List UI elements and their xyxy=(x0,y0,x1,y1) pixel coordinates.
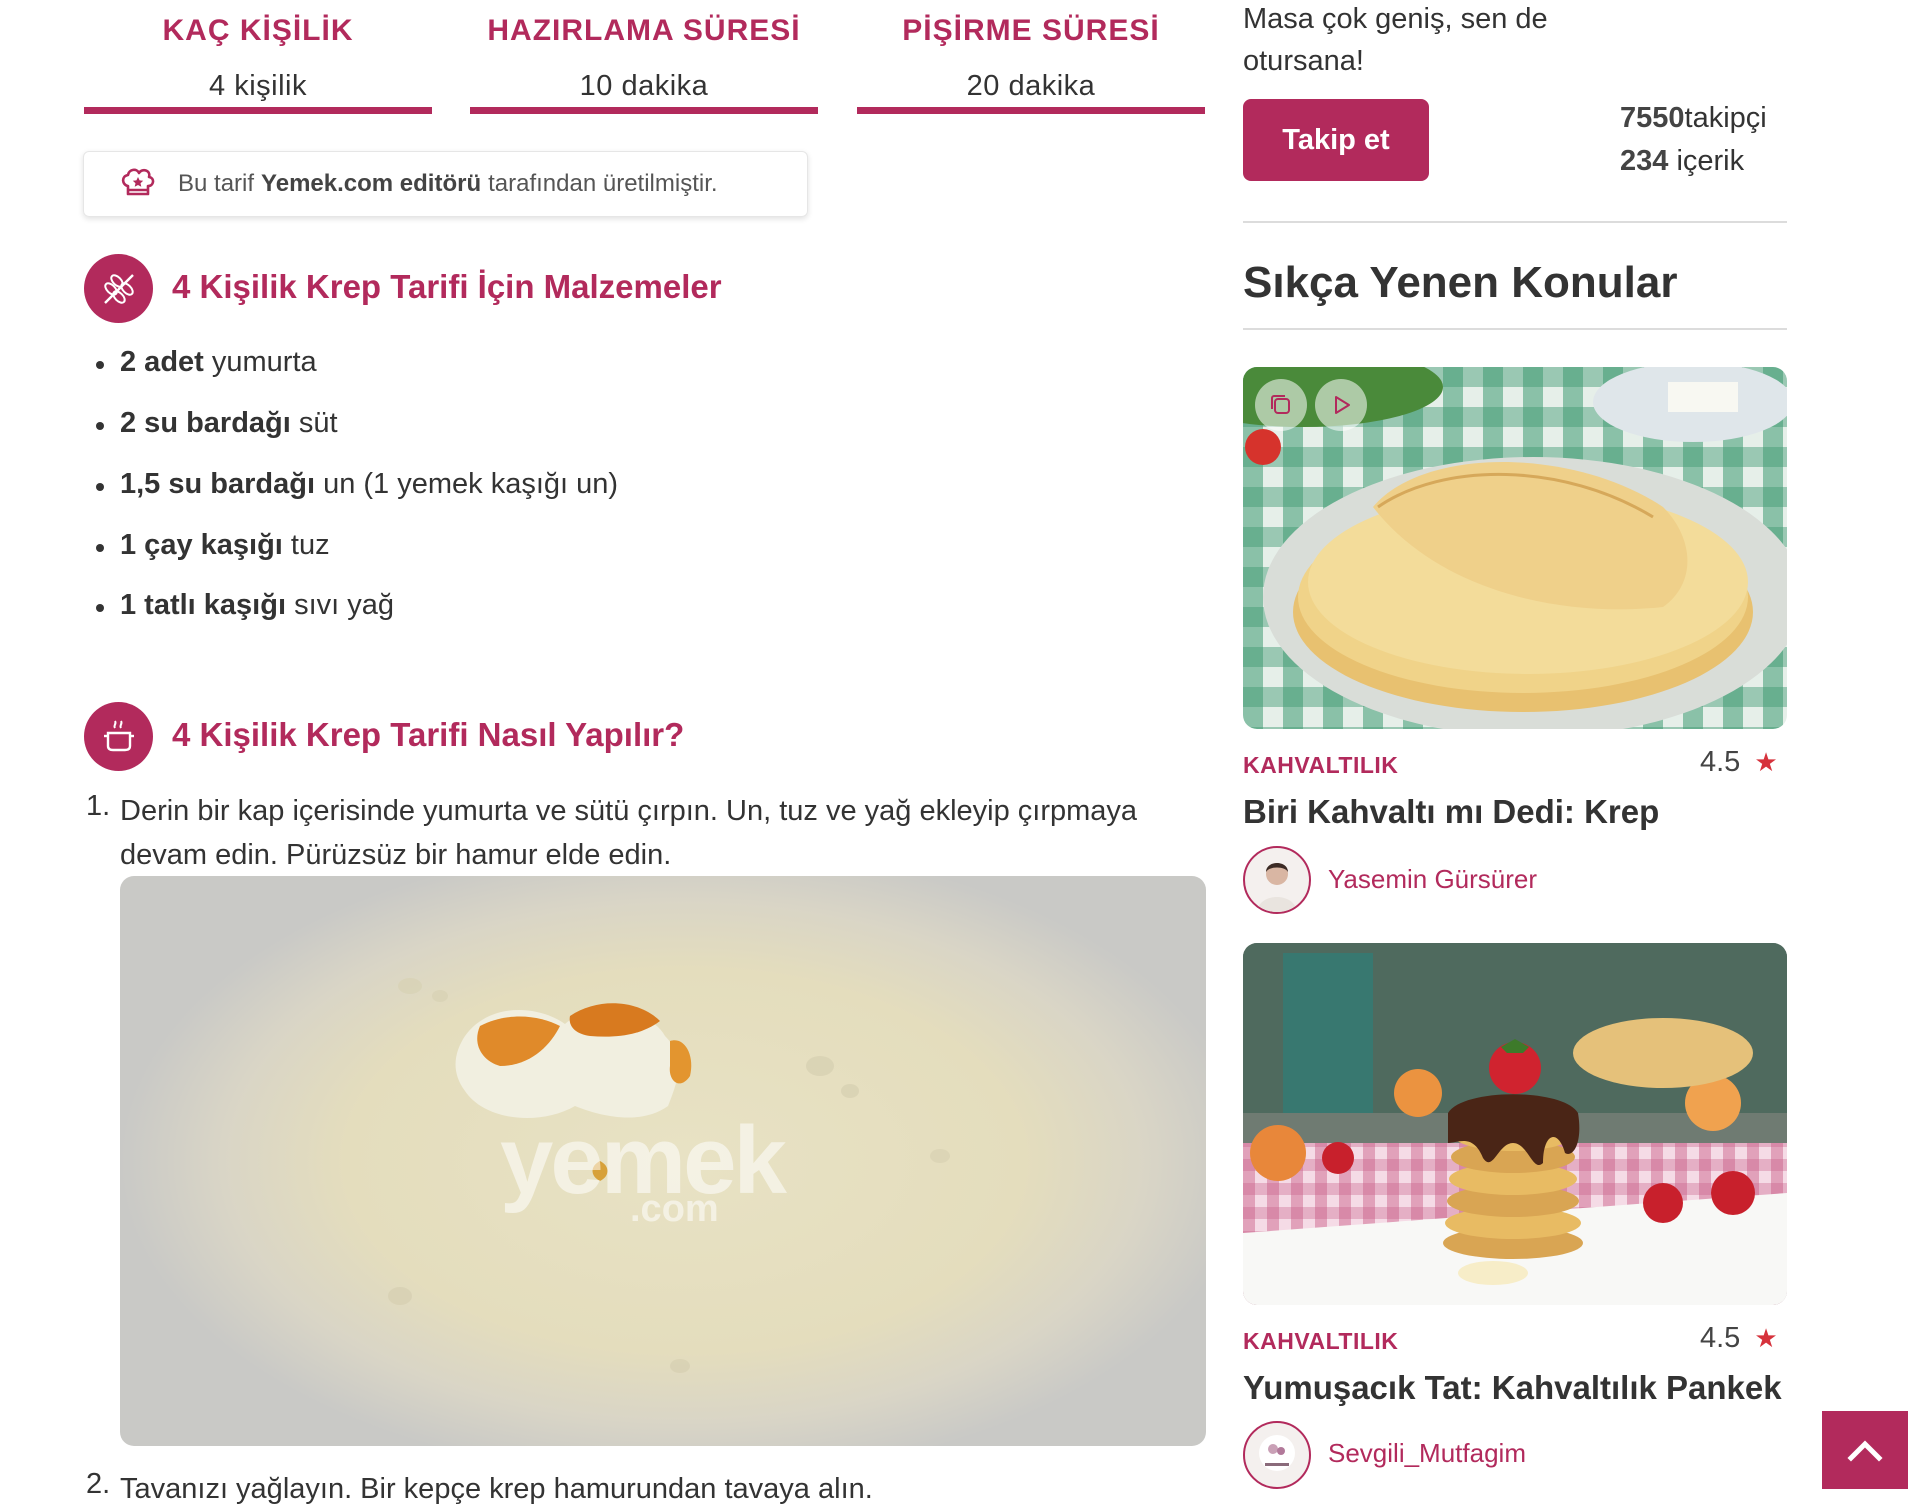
card-category[interactable]: KAHVALTILIK xyxy=(1243,752,1398,779)
wheat-icon xyxy=(84,254,153,323)
card-image-pancake[interactable] xyxy=(1243,943,1787,1305)
note-prefix: Bu tarif xyxy=(178,170,255,197)
follower-count: 7550takipçi xyxy=(1620,102,1767,135)
card-image-crepe[interactable] xyxy=(1243,367,1787,729)
gallery-icon[interactable] xyxy=(1255,379,1307,431)
ingredient-item: 1,5 su bardağı un (1 yemek kaşığı un) xyxy=(95,468,619,501)
ingredient-qty: 1 çay kaşığı xyxy=(120,529,283,561)
step-text: Derin bir kap içerisinde yumurta ve sütü… xyxy=(120,795,1138,871)
pancake-illustration xyxy=(1243,943,1787,1305)
follow-button[interactable]: Takip et xyxy=(1243,99,1429,181)
stat-value: 4 kişilik xyxy=(209,70,307,102)
ingredient-name: yumurta xyxy=(211,346,317,378)
card-title[interactable]: Yumuşacık Tat: Kahvaltılık Pankek xyxy=(1243,1369,1782,1407)
ingredient-name: sıvı yağ xyxy=(294,589,395,621)
popular-topics-heading: Sıkça Yenen Konular xyxy=(1243,258,1678,307)
card-rating: 4.5 ★ xyxy=(1700,1322,1778,1355)
ingredient-name: tuz xyxy=(290,529,330,561)
stat-cook-time: PİŞİRME SÜRESİ 20 dakika xyxy=(857,14,1205,103)
stat-label: HAZIRLAMA SÜRESİ xyxy=(487,14,801,47)
star-icon: ★ xyxy=(1754,747,1778,777)
chevron-up-icon xyxy=(1847,1440,1883,1462)
stat-value: 20 dakika xyxy=(966,70,1096,102)
author-name[interactable]: Yasemin Gürsürer xyxy=(1328,864,1537,895)
content-number: 234 xyxy=(1620,145,1669,177)
card-rating: 4.5 ★ xyxy=(1700,746,1778,779)
watermark-tld: .com xyxy=(630,1188,719,1230)
content-label: içerik xyxy=(1676,145,1745,177)
ingredient-qty: 1,5 su bardağı xyxy=(120,468,316,500)
play-icon[interactable] xyxy=(1315,379,1367,431)
profile-bio: Masa çok geniş, sen de otursana! xyxy=(1243,0,1548,82)
sidebar-divider xyxy=(1243,328,1787,330)
rating-value: 4.5 xyxy=(1700,746,1741,778)
ingredient-item: 1 tatlı kaşığı sıvı yağ xyxy=(95,589,395,622)
ingredient-item: 2 su bardağı süt xyxy=(96,407,338,440)
avatar[interactable] xyxy=(1243,846,1311,914)
pot-icon xyxy=(84,702,153,771)
editor-note: Bu tarif Yemek.com editörü tarafından ür… xyxy=(83,151,808,217)
follower-label: takipçi xyxy=(1684,102,1767,134)
note-suffix: tarafından üretilmiştir. xyxy=(488,170,718,197)
stat-servings: KAÇ KİŞİLİK 4 kişilik xyxy=(84,14,432,103)
ingredient-item: 2 adet yumurta xyxy=(96,346,317,379)
stat-prep-time: HAZIRLAMA SÜRESİ 10 dakika xyxy=(470,14,818,103)
card-title[interactable]: Biri Kahvaltı mı Dedi: Krep xyxy=(1243,793,1659,831)
avatar[interactable] xyxy=(1243,1421,1311,1489)
stat-underline xyxy=(84,107,432,114)
follower-number: 7550 xyxy=(1620,102,1685,134)
bio-line: otursana! xyxy=(1243,45,1364,77)
bio-line: Masa çok geniş, sen de xyxy=(1243,3,1548,35)
ingredient-name: un (1 yemek kaşığı un) xyxy=(323,468,619,500)
stat-underline xyxy=(470,107,818,114)
step-number: 1. xyxy=(86,790,111,822)
step-photo[interactable]: yemek .com xyxy=(120,876,1206,1446)
stat-label: PİŞİRME SÜRESİ xyxy=(902,14,1160,47)
content-count: 234 içerik xyxy=(1620,145,1744,178)
stat-value: 10 dakika xyxy=(579,70,709,102)
ingredients-heading: 4 Kişilik Krep Tarifi İçin Malzemeler xyxy=(172,268,722,305)
ingredient-item: 1 çay kaşığı tuz xyxy=(96,529,330,562)
rating-value: 4.5 xyxy=(1700,1322,1741,1354)
note-author[interactable]: Yemek.com editörü xyxy=(261,170,481,198)
ingredient-qty: 2 adet xyxy=(120,346,204,378)
back-to-top-button[interactable] xyxy=(1822,1411,1908,1489)
ingredient-name: süt xyxy=(298,407,338,439)
stat-underline xyxy=(857,107,1205,114)
stat-label: KAÇ KİŞİLİK xyxy=(162,14,354,47)
sidebar-divider xyxy=(1243,221,1787,223)
ingredient-qty: 1 tatlı kaşığı xyxy=(120,589,287,621)
chef-hat-icon xyxy=(121,168,155,196)
card-category[interactable]: KAHVALTILIK xyxy=(1243,1328,1398,1355)
author-name[interactable]: Sevgili_Mutfagim xyxy=(1328,1438,1526,1469)
step-number: 2. xyxy=(86,1468,111,1500)
step-text: Tavanızı yağlayın. Bir kepçe krep hamuru… xyxy=(120,1473,873,1505)
ingredient-qty: 2 su bardağı xyxy=(120,407,291,439)
star-icon: ★ xyxy=(1754,1323,1778,1353)
steps-heading: 4 Kişilik Krep Tarifi Nasıl Yapılır? xyxy=(172,716,685,753)
